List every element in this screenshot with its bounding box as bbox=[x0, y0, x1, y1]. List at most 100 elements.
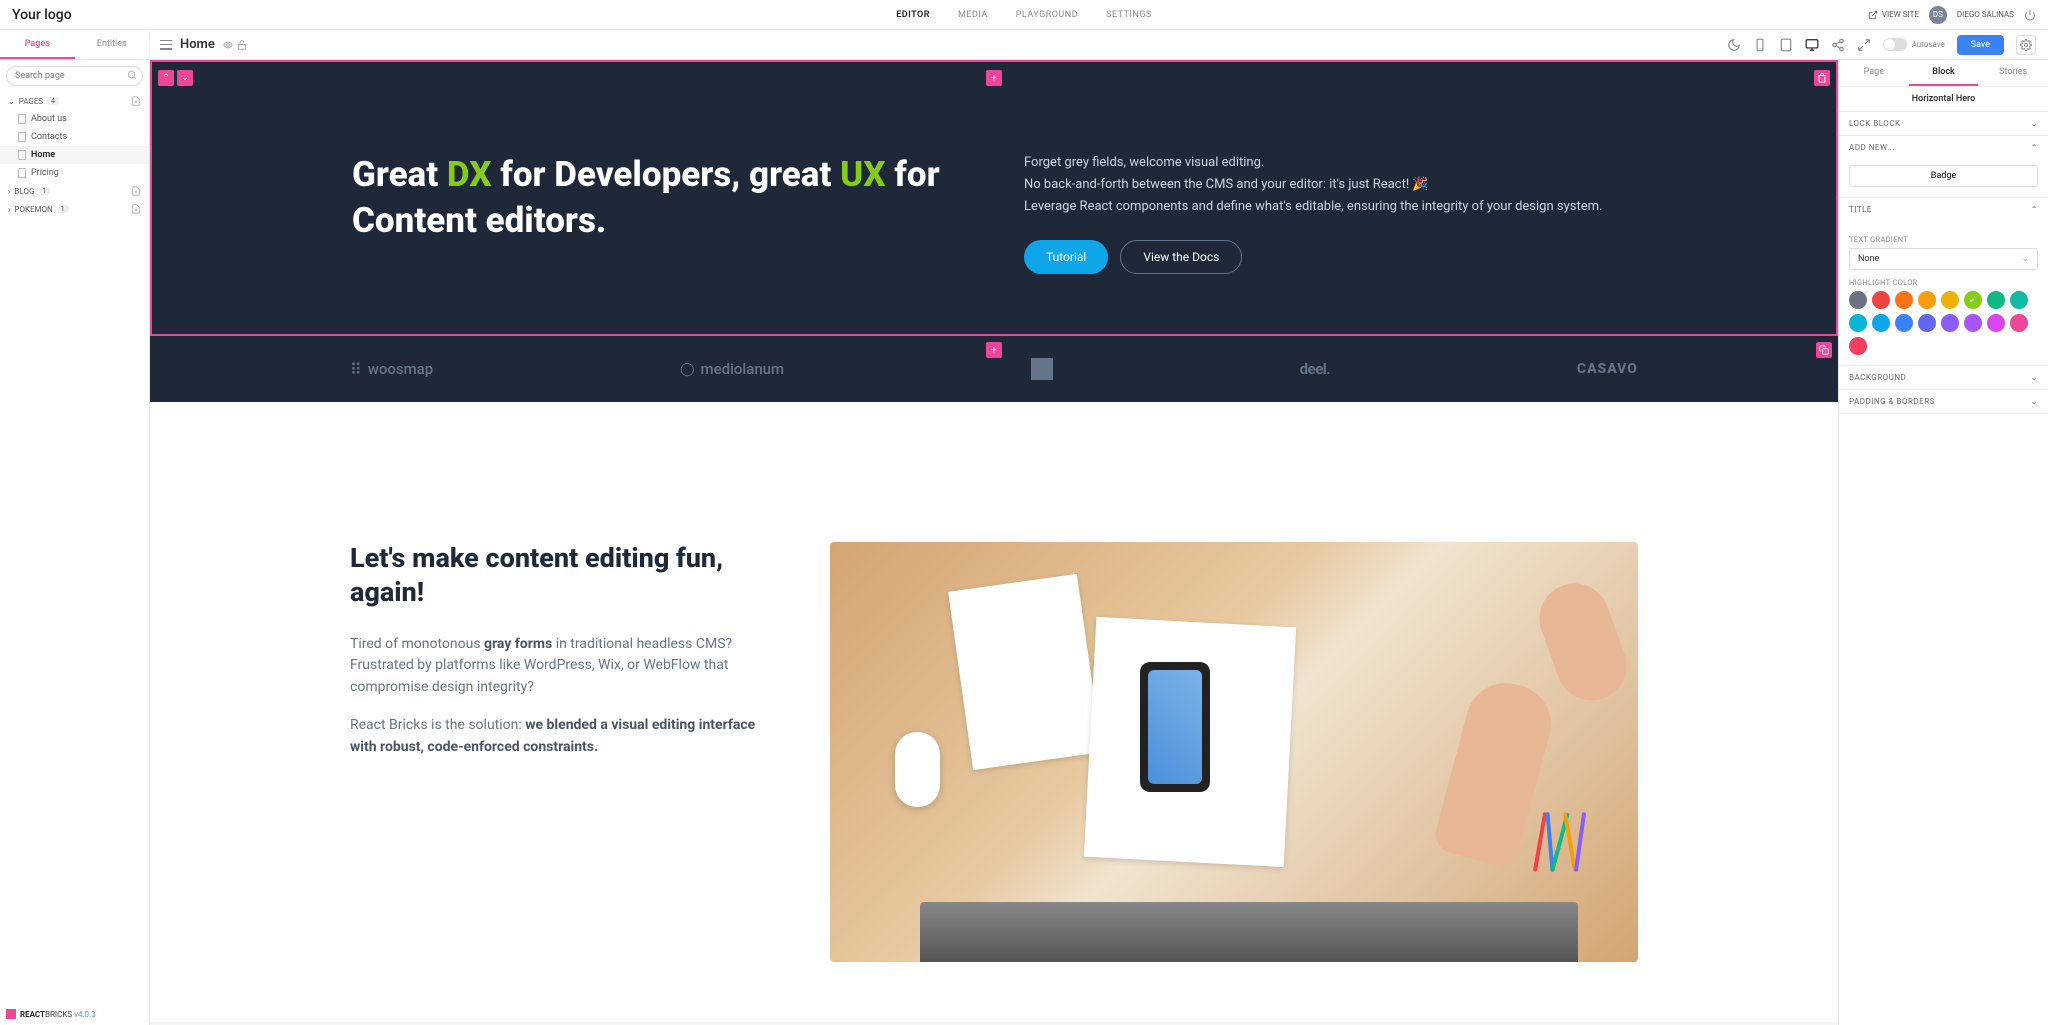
logos-block[interactable]: + ⠿woosmap ◯mediolanum deel. CASAVO bbox=[150, 336, 1838, 402]
color-swatch[interactable] bbox=[1964, 314, 1982, 332]
content-block[interactable]: Let's make content editing fun, again! T… bbox=[150, 402, 1838, 1022]
color-swatch[interactable] bbox=[2010, 291, 2028, 309]
move-up-button[interactable]: ⌃ bbox=[158, 70, 174, 86]
color-swatch[interactable] bbox=[1964, 291, 1982, 309]
color-swatch[interactable] bbox=[2010, 314, 2028, 332]
chevron-up-icon: ⌃ bbox=[2031, 143, 2038, 152]
hero-paragraph[interactable]: Forget grey fields, welcome visual editi… bbox=[1024, 152, 1636, 174]
save-button[interactable]: Save bbox=[1957, 35, 2004, 55]
app-logo: Your logo bbox=[12, 7, 72, 23]
color-swatch[interactable] bbox=[1941, 314, 1959, 332]
chevron-right-icon: › bbox=[8, 187, 10, 196]
user-avatar[interactable]: DS bbox=[1929, 6, 1947, 24]
color-swatch[interactable] bbox=[1895, 291, 1913, 309]
hero-paragraph[interactable]: Leverage React components and define wha… bbox=[1024, 196, 1636, 218]
title-section-header[interactable]: TITLE⌃ bbox=[1839, 198, 2048, 221]
nav-settings[interactable]: SETTINGS bbox=[1106, 10, 1152, 20]
color-swatch[interactable] bbox=[1987, 291, 2005, 309]
move-down-button[interactable]: ⌄ bbox=[177, 70, 193, 86]
color-swatch[interactable] bbox=[1849, 314, 1867, 332]
content-title[interactable]: Let's make content editing fun, again! bbox=[350, 542, 770, 610]
nav-editor[interactable]: EDITOR bbox=[896, 10, 930, 20]
rtab-block[interactable]: Block bbox=[1909, 60, 1979, 86]
tree-section-pages[interactable]: ⌄ PAGES 4 bbox=[0, 92, 149, 110]
text-gradient-label: TEXT GRADIENT bbox=[1849, 235, 2038, 244]
reactbricks-icon bbox=[6, 1009, 16, 1019]
content-paragraph[interactable]: Tired of monotonous gray forms in tradit… bbox=[350, 634, 770, 699]
autosave-toggle[interactable] bbox=[1883, 38, 1907, 51]
padding-header[interactable]: PADDING & BORDERS⌄ bbox=[1839, 390, 2048, 413]
hamburger-icon[interactable] bbox=[160, 40, 172, 50]
tree-item-home[interactable]: Home bbox=[0, 146, 149, 164]
search-input[interactable] bbox=[6, 66, 143, 86]
tree-section-blog[interactable]: › BLOG 1 bbox=[0, 182, 149, 200]
customer-logo: ◯mediolanum bbox=[680, 360, 784, 378]
doc-icon bbox=[18, 114, 26, 124]
content-image[interactable] bbox=[830, 542, 1638, 962]
visibility-icon[interactable] bbox=[223, 40, 233, 50]
view-site-link[interactable]: VIEW SITE bbox=[1868, 10, 1919, 20]
share-icon[interactable] bbox=[1831, 38, 1845, 52]
duplicate-block-button[interactable] bbox=[1816, 342, 1832, 358]
settings-button[interactable] bbox=[2016, 35, 2036, 55]
content-paragraph[interactable]: React Bricks is the solution: we blended… bbox=[350, 715, 770, 758]
external-link-icon bbox=[1868, 10, 1878, 20]
color-swatch[interactable] bbox=[1918, 291, 1936, 309]
color-swatch[interactable] bbox=[1918, 314, 1936, 332]
color-swatch[interactable] bbox=[1987, 314, 2005, 332]
chevron-up-icon: ⌃ bbox=[2031, 205, 2038, 214]
doc-icon bbox=[18, 168, 26, 178]
mobile-icon[interactable] bbox=[1753, 38, 1767, 52]
customer-logo: deel. bbox=[1300, 360, 1330, 378]
color-swatch[interactable] bbox=[1872, 314, 1890, 332]
add-page-icon[interactable] bbox=[131, 186, 141, 196]
customer-logo bbox=[1031, 358, 1053, 380]
color-palette bbox=[1849, 291, 2038, 355]
docs-button[interactable]: View the Docs bbox=[1120, 240, 1242, 274]
lock-open-icon[interactable] bbox=[237, 40, 247, 50]
color-swatch[interactable] bbox=[1895, 314, 1913, 332]
tree-item-about[interactable]: About us bbox=[0, 110, 149, 128]
rtab-page[interactable]: Page bbox=[1839, 60, 1909, 86]
color-swatch[interactable] bbox=[1872, 291, 1890, 309]
color-swatch[interactable] bbox=[1941, 291, 1959, 309]
desktop-icon[interactable] bbox=[1805, 38, 1819, 52]
tree-item-pricing[interactable]: Pricing bbox=[0, 164, 149, 182]
text-gradient-select[interactable]: None⌄ bbox=[1849, 248, 2038, 270]
tab-pages[interactable]: Pages bbox=[0, 31, 75, 59]
hero-paragraph[interactable]: No back-and-forth between the CMS and yo… bbox=[1024, 174, 1636, 196]
hero-block[interactable]: ⌃ ⌄ + Great DX for Developers, great UX … bbox=[150, 60, 1838, 336]
chevron-down-icon: ⌄ bbox=[8, 97, 15, 106]
tree-section-pokemon[interactable]: › POKEMON 1 bbox=[0, 200, 149, 218]
tree-item-contacts[interactable]: Contacts bbox=[0, 128, 149, 146]
tab-entities[interactable]: Entities bbox=[75, 31, 150, 59]
chevron-down-icon: ⌄ bbox=[2021, 254, 2029, 264]
background-header[interactable]: BACKGROUND⌄ bbox=[1839, 366, 2048, 389]
logout-icon[interactable] bbox=[2024, 9, 2036, 21]
hero-title[interactable]: Great DX for Developers, great UX for Co… bbox=[352, 152, 964, 243]
lock-block-header[interactable]: LOCK BLOCK⌄ bbox=[1839, 112, 2048, 135]
dark-mode-icon[interactable] bbox=[1727, 38, 1741, 52]
fullscreen-icon[interactable] bbox=[1857, 38, 1871, 52]
chevron-down-icon: ⌄ bbox=[2031, 373, 2038, 382]
add-new-header[interactable]: ADD NEW...⌃ bbox=[1839, 136, 2048, 159]
nav-playground[interactable]: PLAYGROUND bbox=[1016, 10, 1078, 20]
add-block-before-button[interactable]: + bbox=[986, 70, 1002, 86]
highlight-color-label: HIGHLIGHT COLOR bbox=[1849, 278, 2038, 287]
tablet-icon[interactable] bbox=[1779, 38, 1793, 52]
add-page-icon[interactable] bbox=[131, 204, 141, 214]
add-block-button[interactable]: + bbox=[986, 342, 1002, 358]
chevron-down-icon: ⌄ bbox=[2031, 119, 2038, 128]
customer-logo: CASAVO bbox=[1577, 361, 1638, 377]
delete-block-button[interactable] bbox=[1814, 70, 1830, 86]
add-badge-button[interactable]: Badge bbox=[1849, 165, 2038, 187]
rtab-stories[interactable]: Stories bbox=[1978, 60, 2048, 86]
tutorial-button[interactable]: Tutorial bbox=[1024, 240, 1108, 274]
chevron-right-icon: › bbox=[8, 205, 10, 214]
color-swatch[interactable] bbox=[1849, 337, 1867, 355]
add-page-icon[interactable] bbox=[131, 96, 141, 106]
nav-media[interactable]: MEDIA bbox=[958, 10, 988, 20]
search-icon bbox=[127, 70, 137, 80]
current-page-name: Home bbox=[180, 37, 215, 52]
color-swatch[interactable] bbox=[1849, 291, 1867, 309]
